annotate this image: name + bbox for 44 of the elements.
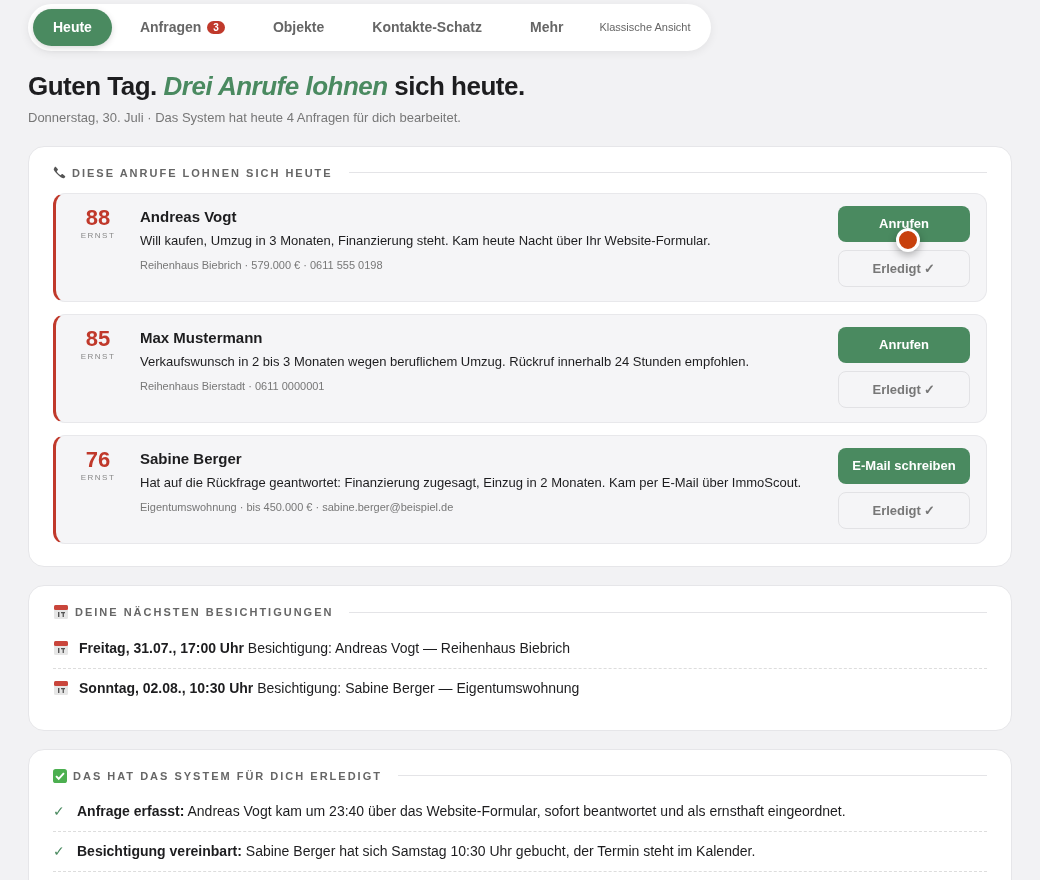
viewing-entry: Sonntag, 02.08., 10:30 Uhr Besichtigung: Sabine Berger — Eigentumswohnung — [79, 678, 580, 698]
action-button[interactable]: E-Mail schreiben — [838, 448, 970, 484]
lead-name: Sabine Berger — [140, 449, 243, 469]
nav-tab[interactable]: Objekte — [252, 9, 345, 46]
lead-name: Andreas Vogt — [140, 207, 238, 227]
score-label: ERNST — [79, 351, 117, 364]
classic-view-link[interactable]: Klassische Ansicht — [599, 19, 691, 36]
score-label: ERNST — [79, 230, 117, 243]
check-mark: ✓ — [53, 842, 66, 861]
viewing-entry: Freitag, 31.07., 17:00 Uhr Besichtigung: Andreas Vogt — Reihenhaus Biebrich — [79, 638, 571, 658]
nav-tab[interactable]: Kontakte-Schatz — [352, 9, 502, 46]
check-mark: ✓ — [53, 802, 66, 821]
lead-name: Max Mustermann — [140, 328, 264, 348]
section-title: DAS HAT DAS SYSTEM FÜR DICH ERLEDIGT — [73, 768, 382, 784]
action-button[interactable]: Anrufen — [838, 206, 970, 242]
score-value: 85 — [84, 327, 112, 352]
calendar-icon — [53, 604, 69, 621]
done-button[interactable]: Erledigt ✓ — [838, 249, 970, 287]
lead-details: Reihenhaus Bierstadt · 0611 0000001 — [140, 379, 326, 395]
lead-description: Verkaufswunsch in 2 bis 3 Monaten wegen beruflichem Umzug. Rückruf innerhalb 24 Stunden empfohlen. — [140, 352, 751, 371]
action-button[interactable]: Anrufen — [838, 327, 970, 363]
section-title: DEINE NÄCHSTEN BESICHTIGUNGEN — [75, 605, 334, 620]
calendar-icon — [53, 640, 69, 656]
phone-icon — [53, 166, 66, 180]
score-value: 88 — [84, 206, 112, 231]
done-button[interactable]: Erledigt ✓ — [838, 491, 970, 529]
count-badge: 3 — [207, 21, 225, 34]
nav-tab[interactable]: Mehr — [509, 9, 584, 46]
section-title: DIESE ANRUFE LOHNEN SICH HEUTE — [72, 165, 333, 181]
page-subtitle: Donnerstag, 30. Juli · Das System hat heute 4 Anfragen für dich bearbeitet. — [28, 109, 462, 127]
checkbox-icon — [53, 768, 67, 783]
lead-description: Hat auf die Rückfrage geantwortet: Finanzierung zugesagt, Einzug in 2 Monaten. Kam per E-Mail über ImmoScout. — [140, 473, 803, 492]
done-button[interactable]: Erledigt ✓ — [838, 370, 970, 408]
nav-tab[interactable]: Anfragen 3 — [119, 9, 245, 46]
completed-task: Besichtigung vereinbart: Sabine Berger hat sich Samstag 10:30 Uhr gebucht, der Termin steht im Kalender. — [77, 842, 756, 861]
nav-tab[interactable]: Heute — [33, 9, 112, 46]
page-heading: Guten Tag. Drei Anrufe lohnen sich heute. — [28, 70, 526, 103]
completed-task: Anfrage erfasst: Andreas Vogt kam um 23:40 über das Website-Formular, sofort beantwortet und als ernsthaft eingeordnet. — [77, 802, 846, 821]
score-label: ERNST — [79, 472, 117, 485]
lead-description: Will kaufen, Umzug in 3 Monaten, Finanzierung steht. Kam heute Nacht über Ihr Website-Formular. — [140, 231, 712, 250]
score-value: 76 — [84, 448, 112, 473]
lead-details: Reihenhaus Biebrich · 579.000 € · 0611 555 0198 — [140, 258, 384, 274]
lead-details: Eigentumswohnung · bis 450.000 € · sabine.berger@beispiel.de — [140, 500, 455, 516]
calendar-icon — [53, 680, 69, 696]
